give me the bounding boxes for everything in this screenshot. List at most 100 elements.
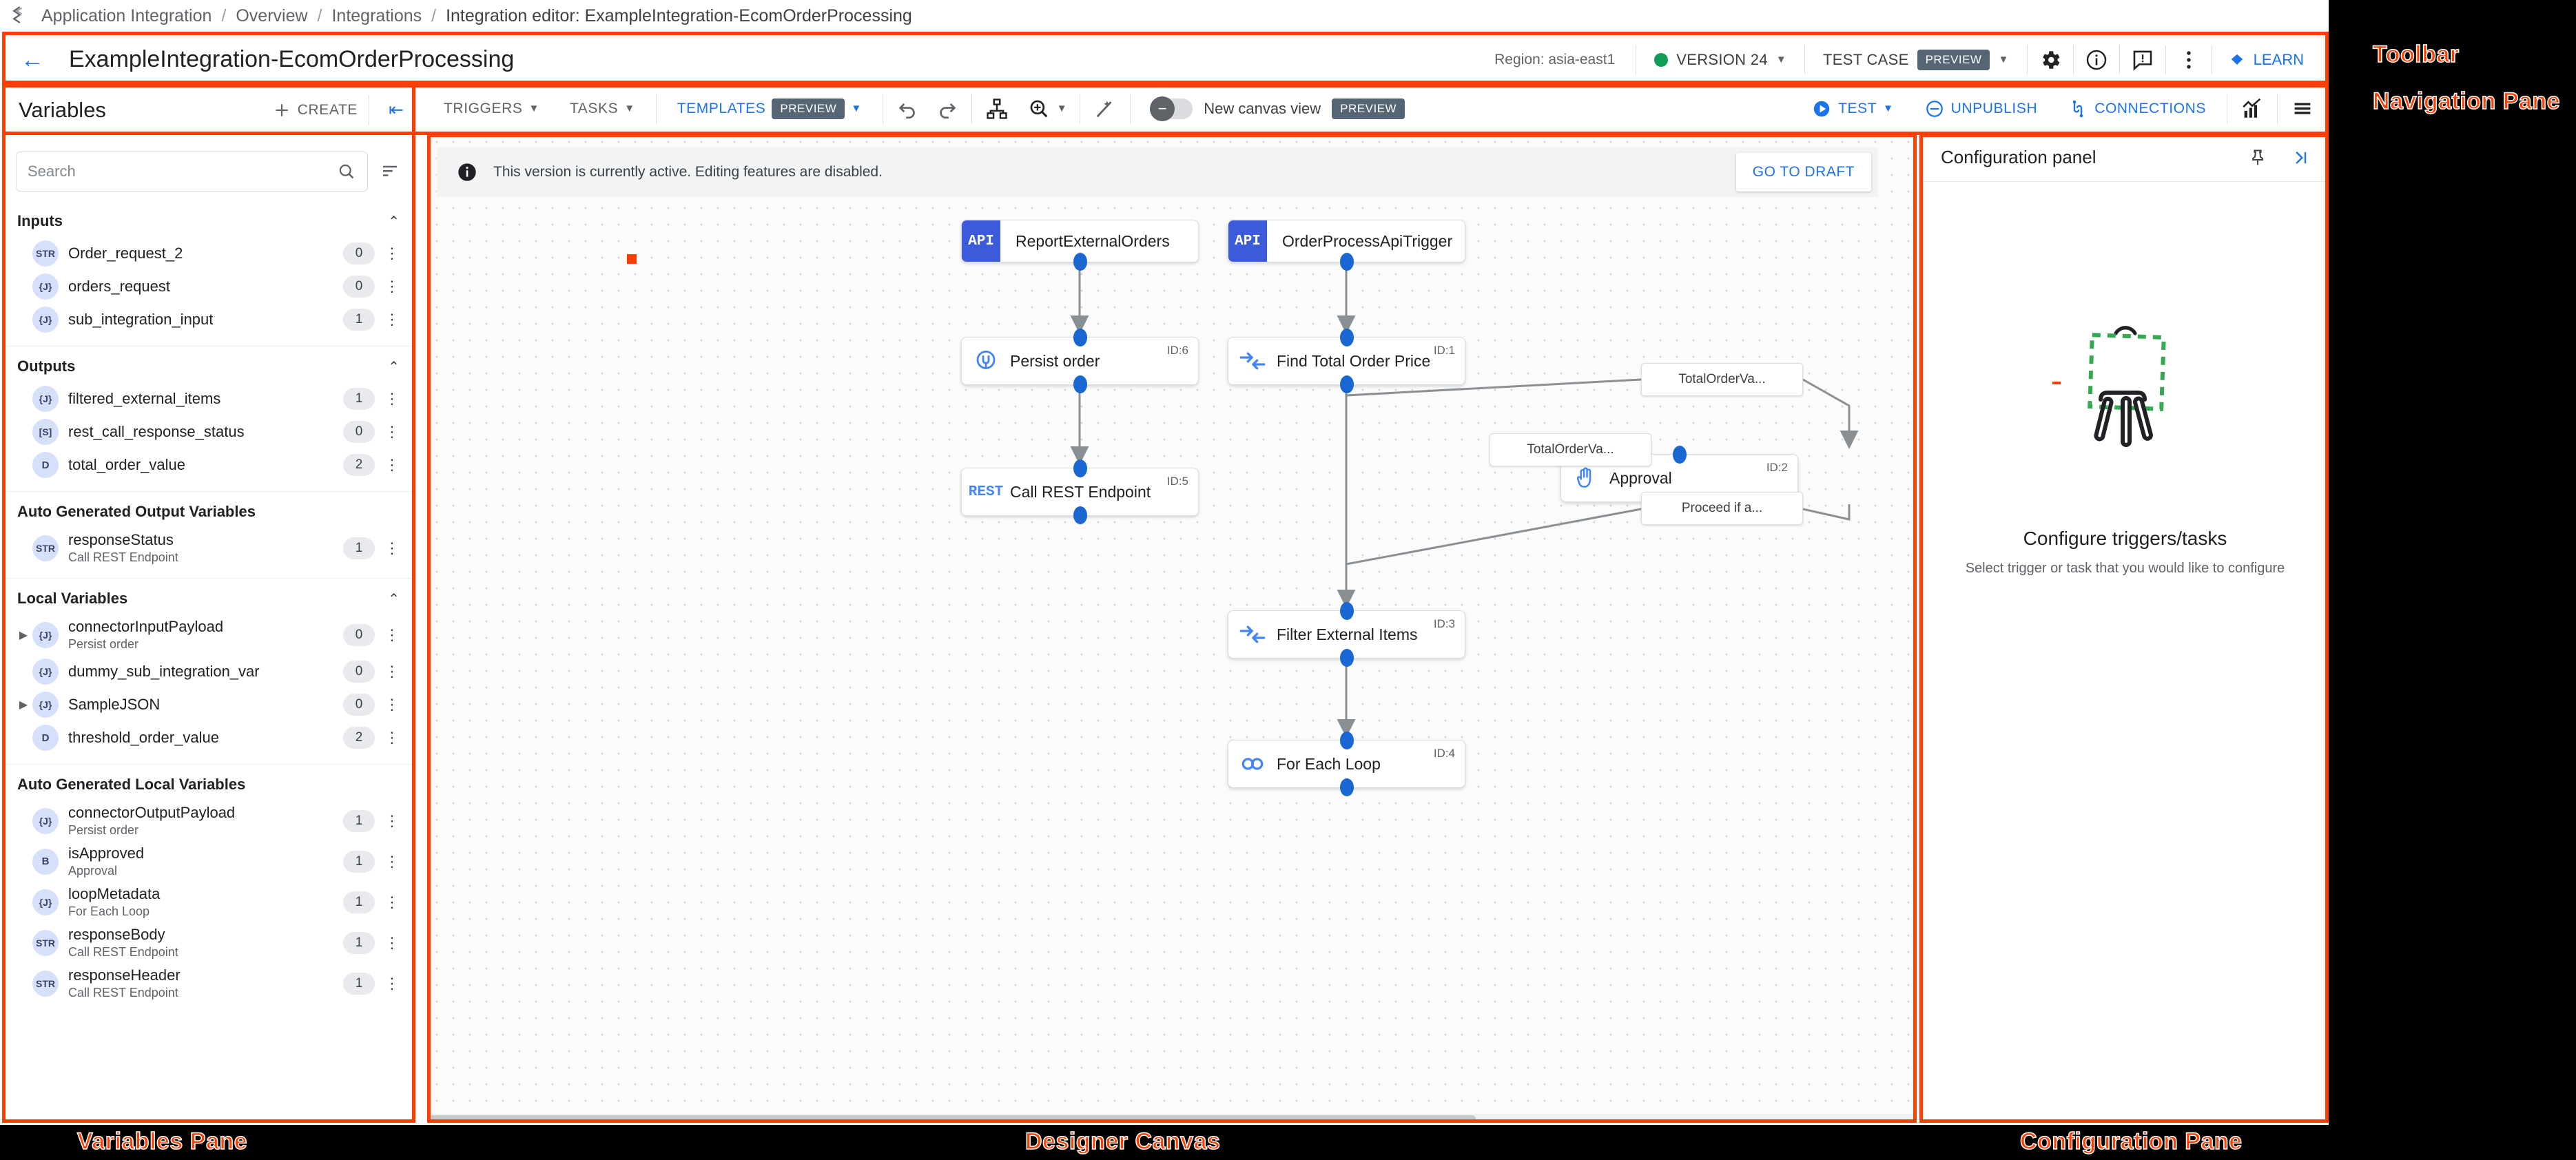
breadcrumb-item-2[interactable]: Integrations <box>331 6 422 26</box>
more-options-button[interactable] <box>2169 40 2209 80</box>
node-output-port[interactable] <box>1073 253 1087 271</box>
scrollbar-thumb[interactable] <box>429 1115 1476 1122</box>
variable-row[interactable]: STR responseHeader Call REST Endpoint 1 ⋮ <box>2 963 415 1004</box>
breadcrumb-item-1[interactable]: Overview <box>236 6 307 26</box>
more-vertical-icon[interactable]: ⋮ <box>382 664 402 680</box>
node-input-port[interactable] <box>1339 602 1354 620</box>
canvas-task-node[interactable]: For Each Loop ID:4 <box>1228 732 1465 796</box>
variable-row[interactable]: STR responseStatus Call REST Endpoint 1 ⋮ <box>2 528 415 568</box>
zoom-control[interactable]: ▼ <box>1016 91 1074 127</box>
variable-row[interactable]: STR responseBody Call REST Endpoint 1 ⋮ <box>2 922 415 963</box>
version-selector[interactable]: VERSION 24 ▼ <box>1639 43 1802 76</box>
new-canvas-view-toggle[interactable]: − <box>1150 96 1193 121</box>
canvas-task-node[interactable]: Filter External Items ID:3 <box>1228 602 1465 667</box>
variable-row[interactable]: STR Order_request_2 0 ⋮ <box>2 237 415 270</box>
node-input-port[interactable] <box>1073 329 1087 346</box>
canvas-trigger-node[interactable]: API OrderProcessApiTrigger <box>1228 220 1465 271</box>
canvas-task-node[interactable]: REST Call REST Endpoint ID:5 <box>961 459 1199 524</box>
chevron-up-icon[interactable]: ⌃ <box>388 590 400 608</box>
expand-button[interactable] <box>2280 138 2320 178</box>
variable-row[interactable]: {J} sub_integration_input 1 ⋮ <box>2 303 415 336</box>
create-variable-button[interactable]: CREATE <box>273 101 358 119</box>
go-to-draft-button[interactable]: GO TO DRAFT <box>1735 153 1871 191</box>
info-button[interactable] <box>2077 40 2116 80</box>
variables-section-header[interactable]: Auto Generated Local Variables <box>2 765 415 800</box>
more-vertical-icon[interactable]: ⋮ <box>382 853 402 869</box>
node-output-port[interactable] <box>1073 506 1087 524</box>
variable-row[interactable]: BisApproved Approval 1 ⋮ <box>2 841 415 882</box>
expand-triangle-icon[interactable]: ▶ <box>14 698 32 712</box>
triggers-menu[interactable]: TRIGGERS ▼ <box>429 91 555 127</box>
test-case-selector[interactable]: TEST CASE PREVIEW ▼ <box>1808 43 2024 76</box>
variable-row[interactable]: ▶ {J} SampleJSON 0 ⋮ <box>2 688 415 721</box>
node-output-port[interactable] <box>1339 253 1354 271</box>
canvas-task-node[interactable]: Find Total Order Price ID:1 <box>1228 329 1465 393</box>
more-vertical-icon[interactable]: ⋮ <box>382 391 402 407</box>
search-input[interactable] <box>28 163 337 180</box>
node-input-port[interactable] <box>1339 732 1354 749</box>
node-input-port[interactable] <box>1339 329 1354 346</box>
variable-row[interactable]: {J} filtered_external_items 1 ⋮ <box>2 382 415 415</box>
metrics-button[interactable] <box>2233 91 2271 127</box>
canvas-edge-label[interactable]: TotalOrderVa... <box>1641 363 1803 396</box>
feedback-button[interactable] <box>2123 40 2163 80</box>
learn-button[interactable]: LEARN <box>2215 50 2316 70</box>
more-vertical-icon[interactable]: ⋮ <box>382 894 402 910</box>
back-arrow-icon[interactable]: ← <box>14 48 51 72</box>
more-vertical-icon[interactable]: ⋮ <box>382 730 402 746</box>
redo-button[interactable] <box>927 91 966 127</box>
cleanup-button[interactable] <box>1086 91 1124 127</box>
node-output-port[interactable] <box>1073 375 1087 393</box>
collapse-left-icon[interactable]: ⇤ <box>380 99 412 121</box>
expand-triangle-icon[interactable]: ▶ <box>14 628 32 642</box>
canvas-trigger-node[interactable]: API ReportExternalOrders <box>961 220 1199 271</box>
node-output-port[interactable] <box>1339 375 1354 393</box>
pin-button[interactable] <box>2238 138 2278 178</box>
more-vertical-icon[interactable]: ⋮ <box>382 627 402 643</box>
canvas-edge-label[interactable]: TotalOrderVa... <box>1490 433 1651 466</box>
variable-row[interactable]: ▶ {J} connectorInputPayload Persist order 0 ⋮ <box>2 614 415 655</box>
test-button[interactable]: TEST ▼ <box>1796 91 1909 127</box>
node-output-port[interactable] <box>1339 649 1354 667</box>
more-vertical-icon[interactable]: ⋮ <box>382 813 402 829</box>
node-input-port[interactable] <box>1073 459 1087 477</box>
more-vertical-icon[interactable]: ⋮ <box>382 935 402 951</box>
templates-menu[interactable]: TEMPLATES PREVIEW ▼ <box>662 91 877 127</box>
variable-row[interactable]: Dthreshold_order_value 2 ⋮ <box>2 721 415 754</box>
search-icon[interactable] <box>337 162 356 181</box>
variables-section-header[interactable]: Inputs ⌃ <box>2 201 415 237</box>
node-output-port[interactable] <box>1339 778 1354 796</box>
more-vertical-icon[interactable]: ⋮ <box>382 975 402 991</box>
variable-row[interactable]: {J} orders_request 0 ⋮ <box>2 270 415 303</box>
unpublish-button[interactable]: UNPUBLISH <box>1909 91 2053 127</box>
tasks-menu[interactable]: TASKS ▼ <box>555 91 650 127</box>
node-input-port[interactable] <box>1672 446 1687 464</box>
search-box[interactable] <box>16 152 368 191</box>
variable-row[interactable]: Dtotal_order_value 2 ⋮ <box>2 448 415 481</box>
canvas-edge-label[interactable]: Proceed if a... <box>1641 492 1803 525</box>
variable-row[interactable]: {J} loopMetadata For Each Loop 1 ⋮ <box>2 882 415 922</box>
canvas-task-node[interactable]: Persist order ID:6 <box>961 329 1199 393</box>
variable-row[interactable]: {J} connectorOutputPayload Persist order 1 ⋮ <box>2 800 415 841</box>
variable-row[interactable]: [S] rest_call_response_status 0 ⋮ <box>2 415 415 448</box>
variables-section-header[interactable]: Local Variables ⌃ <box>2 579 415 614</box>
more-vertical-icon[interactable]: ⋮ <box>382 279 402 295</box>
designer-canvas[interactable]: This version is currently active. Editin… <box>429 134 1915 1121</box>
settings-button[interactable] <box>2030 40 2070 80</box>
variables-section-header[interactable]: Auto Generated Output Variables <box>2 492 415 528</box>
more-vertical-icon[interactable]: ⋮ <box>382 540 402 556</box>
variable-row[interactable]: {J} dummy_sub_integration_var 0 ⋮ <box>2 655 415 688</box>
canvas-horizontal-scrollbar[interactable] <box>429 1114 1915 1123</box>
logs-button[interactable] <box>2283 91 2322 127</box>
more-vertical-icon[interactable]: ⋮ <box>382 312 402 328</box>
more-vertical-icon[interactable]: ⋮ <box>382 457 402 473</box>
more-vertical-icon[interactable]: ⋮ <box>382 424 402 440</box>
breadcrumb-item-0[interactable]: Application Integration <box>41 6 212 26</box>
connections-button[interactable]: CONNECTIONS <box>2052 91 2221 127</box>
sort-button[interactable] <box>378 160 402 184</box>
chevron-up-icon[interactable]: ⌃ <box>388 213 400 230</box>
chevron-up-icon[interactable]: ⌃ <box>388 358 400 375</box>
more-vertical-icon[interactable]: ⋮ <box>382 246 402 262</box>
undo-button[interactable] <box>889 91 927 127</box>
more-vertical-icon[interactable]: ⋮ <box>382 697 402 713</box>
